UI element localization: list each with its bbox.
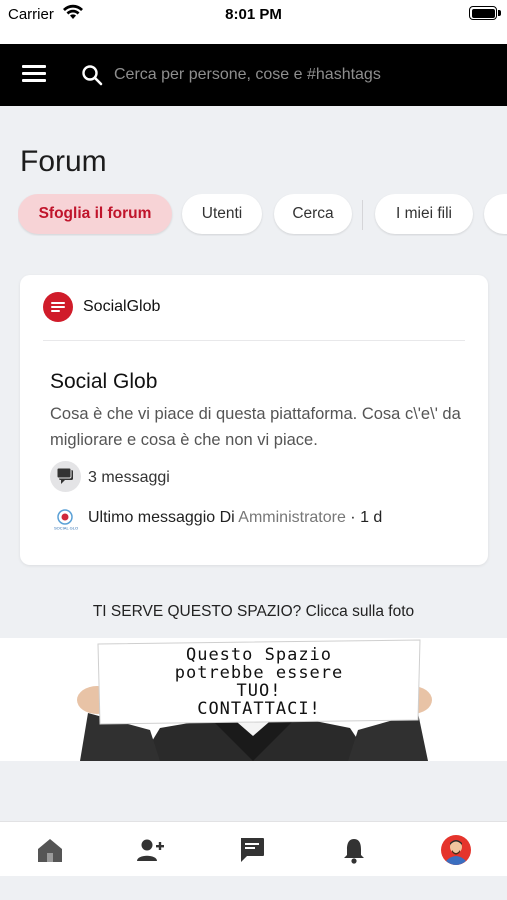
tab-my-threads[interactable]: I miei fili <box>375 194 473 234</box>
promo-text: TI SERVE QUESTO SPAZIO? Clicca sulla fot… <box>92 603 415 620</box>
chat-icon[interactable] <box>236 834 268 866</box>
category-name[interactable]: SocialGlob <box>83 298 160 316</box>
ad-sign-text: Questo Spazio potrebbe essere TUO! CONTA… <box>100 646 418 718</box>
page-title: Forum <box>20 145 107 178</box>
message-count: 3 messaggi <box>88 469 170 486</box>
ad-sign-line-2: potrebbe essere <box>174 663 344 683</box>
tab-users[interactable]: Utenti <box>182 194 262 234</box>
status-bar: Carrier 8:01 PM <box>0 0 507 44</box>
profile-avatar[interactable] <box>440 834 472 866</box>
home-icon[interactable] <box>34 834 66 866</box>
search-input[interactable] <box>114 60 484 90</box>
ad-sign-line-3: TUO! <box>236 681 282 701</box>
tab-more[interactable] <box>484 194 507 234</box>
last-message-author[interactable]: Amministratore <box>238 509 346 526</box>
tab-browse-forum[interactable]: Sfoglia il forum <box>18 194 172 234</box>
ad-sign-line-4: CONTATTACI! <box>197 699 321 719</box>
search-icon[interactable] <box>80 63 104 87</box>
messages-icon <box>50 461 81 492</box>
last-message-time: 1 d <box>360 509 383 526</box>
forum-category-icon <box>43 292 73 322</box>
ad-sign-line-1: Questo Spazio <box>185 645 333 665</box>
topic-title[interactable]: Social Glob <box>50 370 157 394</box>
bottom-nav <box>0 821 507 876</box>
battery-icon <box>469 6 501 20</box>
top-bar <box>0 44 507 106</box>
add-user-icon[interactable] <box>134 834 166 866</box>
tab-search[interactable]: Cerca <box>274 194 352 234</box>
last-message-info: Ultimo messaggio Di Amministratore · 1 d <box>88 509 383 526</box>
ad-banner[interactable]: Questo Spazio potrebbe essere TUO! CONTA… <box>0 638 507 761</box>
bell-icon[interactable] <box>338 834 370 866</box>
home-indicator-area <box>0 876 507 900</box>
card-divider <box>43 340 465 341</box>
menu-icon[interactable] <box>22 65 46 85</box>
tab-divider <box>362 200 363 230</box>
topic-card[interactable]: SocialGlob Social Glob Cosa è che vi pia… <box>20 275 488 565</box>
last-message-prefix: Ultimo messaggio Di <box>88 509 235 526</box>
svg-text:SOCIAL GLOB: SOCIAL GLOB <box>54 526 78 531</box>
forum-tabs: Sfoglia il forum Utenti Cerca I miei fil… <box>18 194 507 236</box>
clock: 8:01 PM <box>225 6 282 23</box>
last-poster-avatar: SOCIAL GLOB <box>53 509 78 531</box>
topic-description: Cosa è che vi piace di questa piattaform… <box>50 405 461 449</box>
